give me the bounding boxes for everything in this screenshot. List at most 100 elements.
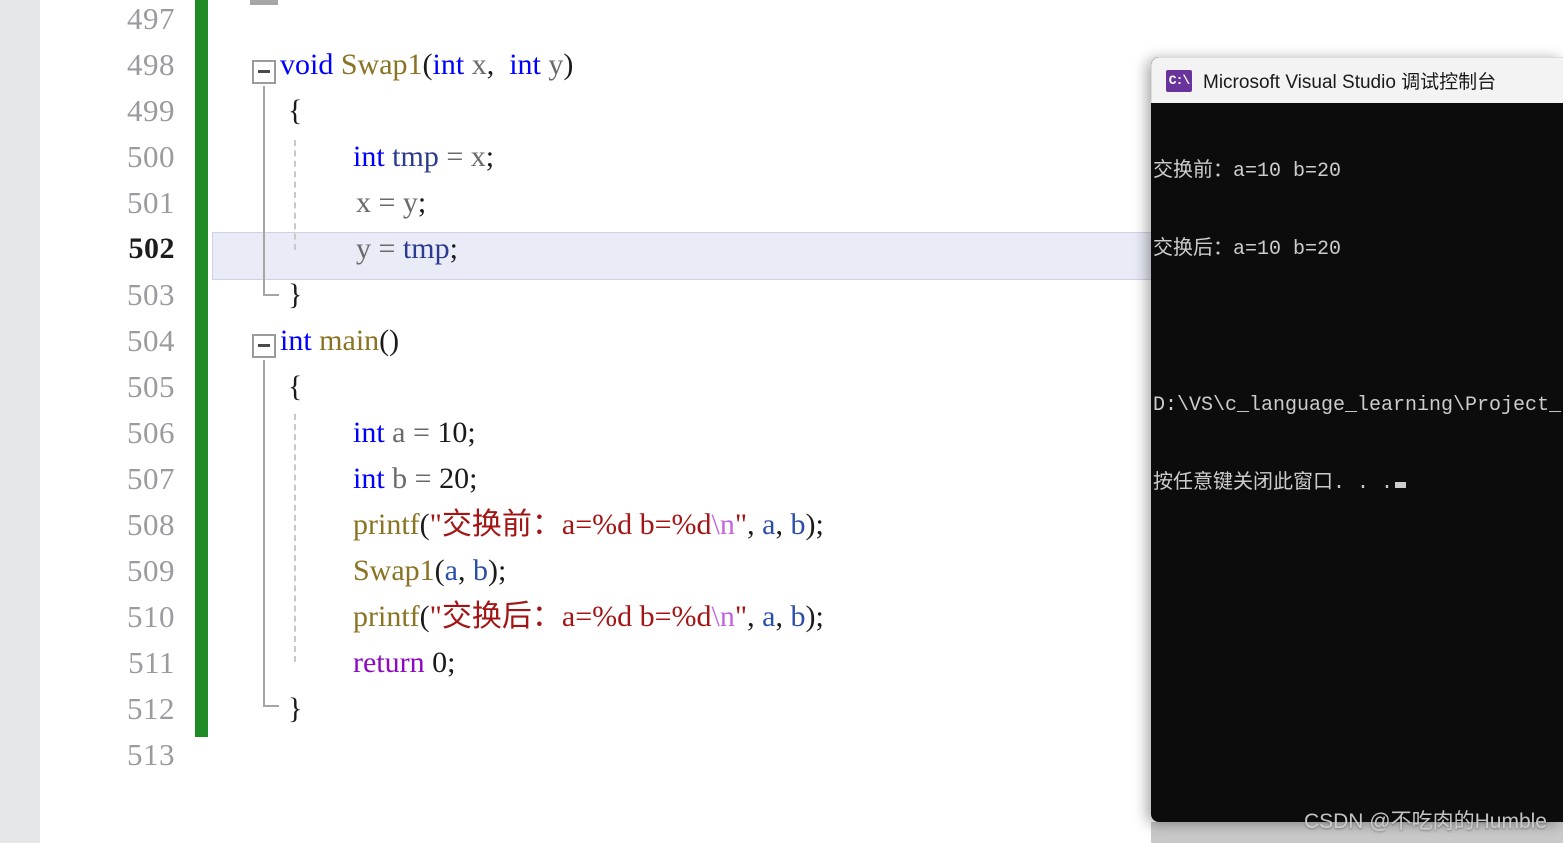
console-output-line-blank [1153,315,1563,341]
line-number: 497 [127,1,175,36]
editor-outer-margin [0,0,40,843]
indent-guide-main-body [294,414,296,662]
token-keyword-int-2: int [509,48,541,81]
token-function-swap1: Swap1 [353,554,435,587]
console-title-bar[interactable]: C:\ Microsoft Visual Studio 调试控制台 [1151,57,1563,103]
line-number: 512 [127,691,175,726]
token-keyword-return: return [353,646,425,679]
code-line-510[interactable]: printf("交换后：a=%d b=%d\n", a, b); [353,594,824,640]
block-guide-main [263,360,265,705]
line-number-current: 502 [128,232,175,265]
token-keyword-int: int [353,462,385,495]
token-var-y: y [402,186,418,219]
token-paren-open: ( [419,600,430,633]
indent-guide-swap1-body [294,140,296,250]
token-paren-close: ) [389,324,400,357]
token-brace-open: { [288,94,303,127]
token-var-b: b [392,462,408,495]
token-equals: = [413,416,430,449]
token-comma: , [747,508,755,541]
token-paren-open: ( [419,508,430,541]
code-line-512[interactable]: } [288,686,302,732]
console-output-line: 交换后：a=10 b=20 [1153,238,1342,261]
saved-changes-indicator-bar [195,0,208,737]
token-equals: = [446,140,464,173]
token-paren-open: ( [379,324,390,357]
token-comma: , [775,508,783,541]
line-number: 500 [127,139,175,174]
token-semicolon: ; [485,140,495,173]
block-guide-swap1 [263,86,265,294]
console-output-area[interactable]: 交换前：a=10 b=20 交换后：a=10 b=20 D:\VS\c_lang… [1151,103,1563,822]
token-param-x: x [471,48,487,81]
token-number-20: 20 [439,462,470,495]
token-quote-close: " [734,600,748,633]
token-arg-a: a [762,600,776,633]
line-number: 507 [127,461,175,496]
line-number: 501 [127,185,175,220]
code-line-508[interactable]: printf("交换前：a=%d b=%d\n", a, b); [353,502,824,548]
token-var-x: x [356,186,371,219]
token-equals: = [378,186,396,219]
code-line-502[interactable]: y = tmp; [356,226,458,272]
token-comma: , [775,600,783,633]
token-keyword-int: int [432,48,465,81]
code-line-499[interactable]: { [288,88,302,134]
token-var-a: a [392,416,406,449]
code-line-504[interactable]: int main() [280,318,399,364]
code-line-503[interactable]: } [288,272,302,318]
console-output-path: D:\VS\c_language_learning\Project_ [1153,394,1562,417]
token-paren-close: ) [563,48,574,81]
code-line-509[interactable]: Swap1(a, b); [353,548,506,594]
token-var-tmp: tmp [402,232,450,265]
token-arg-b: b [473,554,488,587]
collapse-toggle-main[interactable] [252,334,276,358]
token-semicolon: ; [498,554,507,587]
token-number-0: 0 [432,646,448,679]
token-comma: , [458,554,466,587]
console-title-text: Microsoft Visual Studio 调试控制台 [1203,72,1497,93]
token-string-after: "交换后：a=%d b=%d [429,600,712,633]
line-number-gutter: 497 498 499 500 501 502 503 504 505 506 … [40,0,190,843]
code-line-511[interactable]: return 0; [353,640,455,686]
token-param-y: y [548,48,564,81]
token-function-printf: printf [353,600,420,633]
token-semicolon: ; [467,416,476,449]
code-line-501[interactable]: x = y; [356,180,426,226]
line-number: 498 [127,47,175,82]
console-output-prompt-row: 按任意键关闭此窗口. . . [1153,471,1563,497]
token-keyword-int: int [280,324,312,357]
code-line-506[interactable]: int a = 10; [353,410,476,456]
token-semicolon: ; [447,646,456,679]
console-output-prompt: 按任意键关闭此窗口. . . [1153,472,1394,495]
token-comma: , [747,600,755,633]
code-line-507[interactable]: int b = 20; [353,456,477,502]
desktop-background-strip [1151,822,1563,843]
token-arg-b: b [790,508,806,541]
code-line-498[interactable]: void Swap1(int x, int y) [280,42,573,88]
console-app-icon: C:\ [1166,69,1192,92]
token-semicolon: ; [417,186,427,219]
line-number: 506 [127,415,175,450]
block-guide-main-foot [263,705,279,707]
line-number: 504 [127,323,175,358]
token-semicolon: ; [815,600,824,633]
line-number: 509 [127,553,175,588]
line-number: 510 [127,599,175,634]
token-arg-a: a [762,508,776,541]
collapse-toggle-swap1[interactable] [252,60,276,84]
token-paren-close: ) [805,508,816,541]
line-number: 513 [127,737,175,772]
token-var-x: x [470,140,486,173]
code-line-500[interactable]: int tmp = x; [353,134,494,180]
token-var-tmp: tmp [392,140,439,173]
code-line-505[interactable]: { [288,364,302,410]
token-keyword-int: int [353,140,385,173]
debug-console-window[interactable]: C:\ Microsoft Visual Studio 调试控制台 交换前：a=… [1151,57,1563,822]
